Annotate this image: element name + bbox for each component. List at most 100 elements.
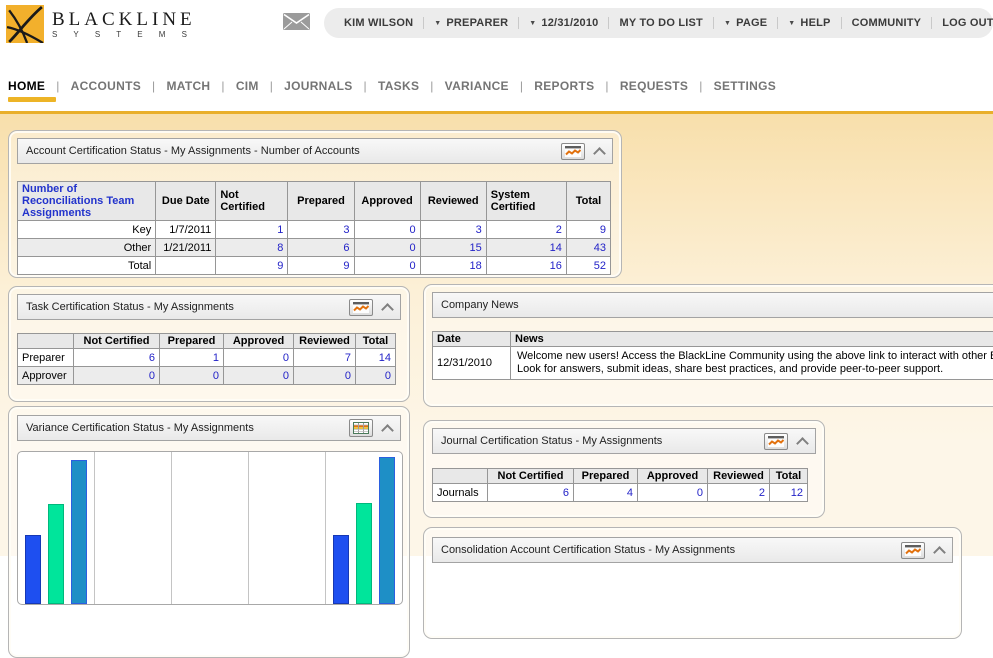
due-date-cell [156,257,216,275]
count-link[interactable]: 6 [488,484,574,502]
chevron-down-icon: ▼ [788,20,795,27]
count-link[interactable]: 0 [354,257,420,275]
count-link[interactable]: 3 [420,221,486,239]
column-header-approved: Approved [638,469,708,484]
count-link[interactable]: 6 [74,349,160,367]
count-link[interactable]: 43 [566,239,610,257]
count-link[interactable]: 4 [574,484,638,502]
variance-chart [17,451,403,605]
chart-bar [333,535,349,604]
count-link[interactable]: 9 [216,257,288,275]
count-link[interactable]: 9 [288,257,354,275]
table-row-other: Other 1/21/2011 8 6 0 15 14 43 [18,239,611,257]
menu-item-log-out[interactable]: LOG OUT [931,17,993,29]
count-link[interactable]: 0 [294,367,356,385]
chart-view-icon[interactable] [561,143,585,160]
column-header-total: Total [770,469,808,484]
news-date: 12/31/2010 [433,347,511,380]
menu-item-my-to-do-list[interactable]: MY TO DO LIST [608,17,702,29]
due-date-cell: 1/21/2011 [156,239,216,257]
chevron-down-icon: ▼ [724,20,731,27]
panel-header-news[interactable]: Company News [432,292,993,318]
panel-company-news: Company News Date News 12/31/2010 Welcom… [423,284,993,407]
messages-envelope-icon[interactable] [283,13,310,35]
row-label: Total [18,257,156,275]
collapse-icon[interactable] [381,303,394,316]
count-link[interactable]: 1 [160,349,224,367]
table-row-key: Key 1/7/2011 1 3 0 3 2 9 [18,221,611,239]
tab-tasks[interactable]: TASKS [353,79,420,93]
collapse-icon[interactable] [593,147,606,160]
count-link[interactable]: 8 [216,239,288,257]
blackline-logo-icon [6,5,44,43]
count-link[interactable]: 3 [288,221,354,239]
row-label: Key [18,221,156,239]
chart-group [18,452,94,604]
count-link[interactable]: 0 [160,367,224,385]
tab-cim[interactable]: CIM [210,79,258,93]
count-link[interactable]: 16 [486,257,566,275]
count-link[interactable]: 0 [638,484,708,502]
count-link[interactable]: 1 [216,221,288,239]
table-row-approver: Approver 0 0 0 0 0 [18,367,396,385]
count-link[interactable]: 12 [770,484,808,502]
count-link[interactable]: 0 [356,367,396,385]
collapse-icon[interactable] [381,424,394,437]
tab-accounts[interactable]: ACCOUNTS [45,79,141,93]
collapse-icon[interactable] [933,546,946,559]
count-link[interactable]: 15 [420,239,486,257]
column-header-total: Total [566,182,610,221]
table-view-icon[interactable] [349,419,373,437]
count-link[interactable]: 18 [420,257,486,275]
count-link[interactable]: 0 [354,221,420,239]
tab-reports[interactable]: REPORTS [509,79,595,93]
panel-header-variance[interactable]: Variance Certification Status - My Assig… [17,415,401,441]
panel-variance-certification: Variance Certification Status - My Assig… [8,406,410,658]
count-link[interactable]: 0 [74,367,160,385]
dashboard-content: Account Certification Status - My Assign… [0,114,993,556]
count-link[interactable]: 2 [486,221,566,239]
panel-title: Task Certification Status - My Assignmen… [26,301,349,313]
panel-header-task[interactable]: Task Certification Status - My Assignmen… [17,294,401,320]
tab-variance[interactable]: VARIANCE [419,79,509,93]
panel-header-consolidation[interactable]: Consolidation Account Certification Stat… [432,537,953,563]
count-link[interactable]: 6 [288,239,354,257]
tab-settings[interactable]: SETTINGS [688,79,776,93]
tab-home[interactable]: HOME [8,79,45,93]
chart-bar [48,504,64,604]
user-menu-bar: KIM WILSON ▼PREPARER ▼12/31/2010 MY TO D… [324,8,993,38]
row-label: Other [18,239,156,257]
menu-item-help[interactable]: ▼HELP [777,17,830,29]
chart-view-icon[interactable] [764,433,788,450]
tab-journals[interactable]: JOURNALS [259,79,353,93]
menu-item-period[interactable]: ▼12/31/2010 [518,17,598,29]
menu-item-user[interactable]: KIM WILSON [344,17,413,29]
count-link[interactable]: 9 [566,221,610,239]
collapse-icon[interactable] [796,437,809,450]
menu-item-community[interactable]: COMMUNITY [841,17,922,29]
menu-item-role[interactable]: ▼PREPARER [423,17,508,29]
panel-header-account[interactable]: Account Certification Status - My Assign… [17,138,613,164]
panel-header-journal[interactable]: Journal Certification Status - My Assign… [432,428,816,454]
count-link[interactable]: 0 [224,367,294,385]
count-link[interactable]: 0 [224,349,294,367]
count-link[interactable]: 0 [354,239,420,257]
tab-match[interactable]: MATCH [141,79,210,93]
count-link[interactable]: 2 [708,484,770,502]
news-text: Welcome new users! Access the BlackLine … [511,347,993,380]
chevron-down-icon: ▼ [434,20,441,27]
chart-view-icon[interactable] [349,299,373,316]
menu-item-page[interactable]: ▼PAGE [713,17,767,29]
column-header-not-certified: Not Certified [488,469,574,484]
count-link[interactable]: 14 [486,239,566,257]
count-link[interactable]: 7 [294,349,356,367]
column-header-not-certified: Not Certified [74,334,160,349]
table-header-row: Not Certified Prepared Approved Reviewed… [18,334,396,349]
count-link[interactable]: 14 [356,349,396,367]
count-link[interactable]: 52 [566,257,610,275]
tab-requests[interactable]: REQUESTS [594,79,688,93]
panel-title: Journal Certification Status - My Assign… [441,435,764,447]
panel-account-certification: Account Certification Status - My Assign… [8,130,622,278]
brand-name: BLACKLINE [52,10,196,29]
column-header-reconciliations-link[interactable]: Number of Reconciliations Team Assignmen… [18,182,156,221]
